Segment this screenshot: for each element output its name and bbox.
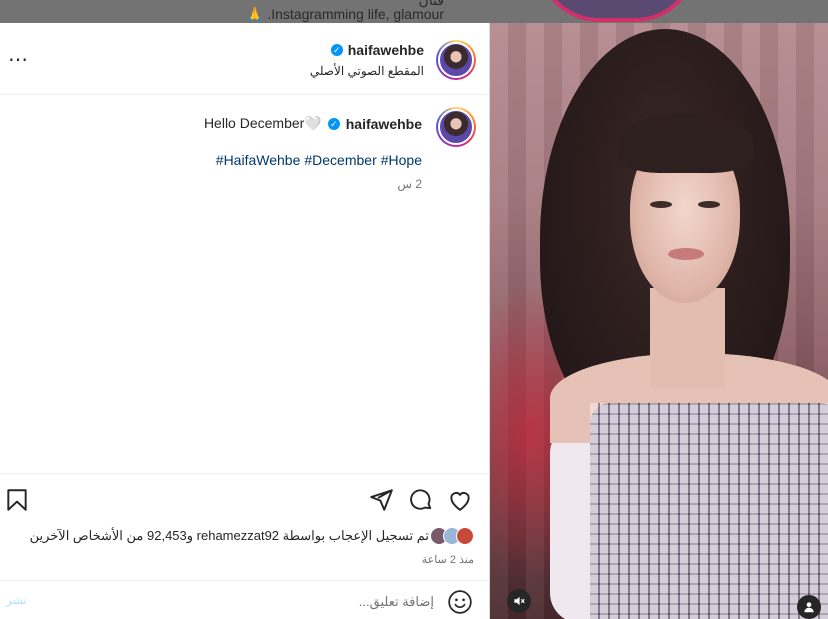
background-bio-category: فنان	[418, 0, 444, 8]
media-neck	[650, 288, 725, 388]
hashtag-link[interactable]: #HaifaWehbe	[216, 152, 301, 168]
likes-text[interactable]: تم تسجيل الإعجاب بواسطة rehamezzat92 و92…	[30, 528, 429, 544]
post-header: ✓ haifawehbe المقطع الصوتي الأصلي ⋯	[0, 23, 489, 95]
like-button[interactable]	[447, 487, 473, 513]
bookmark-icon	[7, 489, 27, 511]
hashtag-link[interactable]: #Hope	[381, 152, 422, 168]
author-name-row: ✓ haifawehbe	[330, 42, 424, 58]
post-modal: ✓ haifawehbe المقطع الصوتي الأصلي ⋯ Hell…	[0, 23, 828, 619]
verified-badge-icon: ✓	[327, 117, 340, 130]
verified-badge-icon: ✓	[330, 44, 343, 56]
media-sequin-dress	[590, 403, 828, 619]
background-profile-strip: فنان Instagramming life, glamour. 🙏	[0, 0, 828, 23]
comment-icon	[410, 489, 432, 510]
add-comment-bar: نشر	[0, 580, 490, 619]
save-button[interactable]	[4, 487, 30, 513]
background-bio: فنان Instagramming life, glamour. 🙏	[246, 0, 444, 23]
background-bio-text: Instagramming life, glamour. 🙏	[246, 6, 444, 22]
media-eye	[698, 201, 720, 208]
caption-author-avatar[interactable]	[436, 107, 476, 147]
caption-line: Hello December🤍 ✓ haifawehbe	[204, 115, 422, 132]
caption-username[interactable]: haifawehbe	[346, 116, 422, 132]
mute-toggle-button[interactable]	[507, 589, 531, 613]
post-comment-button[interactable]: نشر	[6, 593, 27, 607]
likes-summary: تم تسجيل الإعجاب بواسطة rehamezzat92 و92…	[30, 527, 474, 545]
post-details-panel: ✓ haifawehbe المقطع الصوتي الأصلي ⋯ Hell…	[0, 23, 490, 619]
tagged-users-button[interactable]	[797, 595, 821, 619]
liker-avatars	[430, 527, 474, 545]
media-eye	[650, 201, 672, 208]
post-actions-section: تم تسجيل الإعجاب بواسطة rehamezzat92 و92…	[0, 473, 490, 619]
emoji-button[interactable]	[447, 589, 473, 615]
original-audio-link[interactable]: المقطع الصوتي الأصلي	[310, 64, 424, 78]
hashtags: #HaifaWehbe #December #Hope	[212, 152, 422, 168]
user-icon	[804, 602, 814, 613]
hashtag-link[interactable]: #December	[304, 152, 376, 168]
media-lips	[668, 248, 704, 260]
more-options-icon[interactable]: ⋯	[8, 47, 29, 72]
post-media-video[interactable]	[490, 23, 828, 619]
muted-speaker-icon	[514, 596, 525, 606]
author-username[interactable]: haifawehbe	[348, 42, 424, 58]
author-avatar[interactable]	[436, 40, 476, 80]
heart-icon	[450, 492, 470, 511]
post-date[interactable]: منذ 2 ساعة	[422, 553, 474, 566]
emoji-icon	[448, 590, 472, 614]
caption-timestamp[interactable]: 2 س	[397, 177, 422, 191]
background-profile-avatar	[537, 0, 697, 22]
post-caption: Hello December🤍 ✓ haifawehbe #HaifaWehbe…	[0, 95, 489, 475]
share-icon	[370, 489, 393, 511]
comment-button[interactable]	[408, 487, 434, 513]
caption-text: Hello December🤍	[203, 115, 322, 131]
liker-avatar	[456, 527, 474, 545]
media-bangs	[618, 113, 753, 173]
share-button[interactable]	[368, 487, 394, 513]
comment-input[interactable]	[74, 591, 434, 611]
